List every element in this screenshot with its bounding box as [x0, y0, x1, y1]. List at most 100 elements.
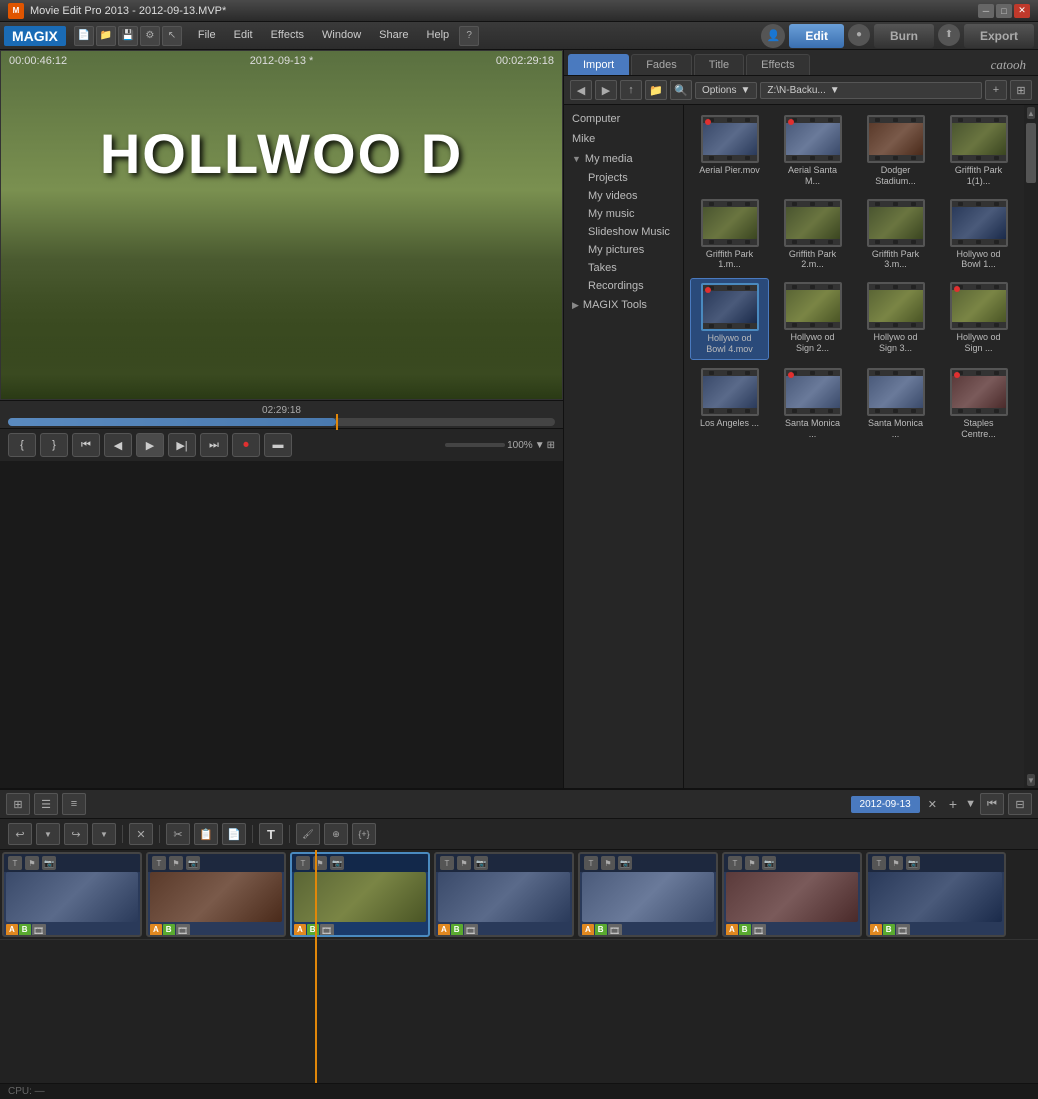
tab-add-btn[interactable]: + — [945, 796, 961, 812]
record-btn[interactable]: ⏺ — [232, 433, 260, 457]
file-bowl-4[interactable]: Hollywo od Bowl 4.mov — [690, 278, 769, 360]
file-sign-3[interactable]: Hollywo od Sign 3... — [856, 278, 935, 360]
settings-icon[interactable]: ⚙ — [140, 26, 160, 46]
tab-title[interactable]: Title — [694, 54, 744, 75]
tree-takes[interactable]: Takes — [580, 259, 683, 277]
skip-start-btn[interactable]: ⏮ — [980, 793, 1004, 815]
zoom-slider[interactable] — [445, 443, 505, 447]
file-sign[interactable]: Hollywo od Sign ... — [939, 278, 1018, 360]
minimize-button[interactable]: ─ — [978, 4, 994, 18]
menu-share[interactable]: Share — [371, 26, 416, 46]
file-sign-2[interactable]: Hollywo od Sign 2... — [773, 278, 852, 360]
close-button[interactable]: ✕ — [1014, 4, 1030, 18]
tree-mike[interactable]: Mike — [564, 129, 683, 149]
tree-my-media[interactable]: ▼ My media — [564, 149, 683, 169]
maximize-button[interactable]: □ — [996, 4, 1012, 18]
scrubber-area[interactable]: 02:29:18 — [0, 400, 563, 428]
timeline-btn[interactable]: ☰ — [34, 793, 58, 815]
tab-arrow-btn[interactable]: ▼ — [965, 798, 976, 810]
text-tool-btn[interactable]: T — [259, 823, 283, 845]
file-aerial-santa[interactable]: Aerial Santa M... — [773, 111, 852, 191]
prev-frame-btn[interactable]: ◀ — [104, 433, 132, 457]
menu-help[interactable]: Help — [419, 26, 458, 46]
zoom-adjust[interactable]: ⊞ — [547, 440, 555, 451]
tree-projects[interactable]: Projects — [580, 169, 683, 187]
tree-my-music[interactable]: My music — [580, 205, 683, 223]
back-btn[interactable]: ◀ — [570, 80, 592, 100]
grid-btn[interactable]: ⊞ — [1010, 80, 1032, 100]
tree-my-pictures[interactable]: My pictures — [580, 241, 683, 259]
menu-edit[interactable]: Edit — [226, 26, 261, 46]
up-btn[interactable]: ↑ — [620, 80, 642, 100]
menu-effects[interactable]: Effects — [263, 26, 312, 46]
capture-btn[interactable]: ▬ — [264, 433, 292, 457]
file-santa-1[interactable]: Santa Monica ... — [773, 364, 852, 444]
storyboard-btn[interactable]: ⊞ — [6, 793, 30, 815]
tree-computer[interactable]: Computer — [564, 109, 683, 129]
paste-btn[interactable]: 📄 — [222, 823, 246, 845]
tree-recordings[interactable]: Recordings — [580, 277, 683, 295]
file-santa-2[interactable]: Santa Monica ... — [856, 364, 935, 444]
file-aerial-pier[interactable]: Aerial Pier.mov — [690, 111, 769, 191]
play-btn[interactable]: ▶ — [136, 433, 164, 457]
fwd-btn[interactable]: ▶ — [595, 80, 617, 100]
add-btn[interactable]: + — [985, 80, 1007, 100]
help-icon[interactable]: ? — [459, 26, 479, 46]
export-button[interactable]: Export — [964, 24, 1034, 48]
skip-fwd-btn[interactable]: ⏭ — [200, 433, 228, 457]
folder-btn[interactable]: 📁 — [645, 80, 667, 100]
clip-dodger[interactable]: T ⚑ 📷 A B 🎞 Dodger Stad... — [146, 852, 286, 937]
tree-slideshow-music[interactable]: Slideshow Music — [580, 223, 683, 241]
scroll-thumb[interactable] — [1026, 123, 1036, 183]
open-icon[interactable]: 📁 — [96, 26, 116, 46]
timeline-tab-date[interactable]: 2012-09-13 — [851, 796, 920, 813]
file-griffith-1[interactable]: Griffith Park 1(1)... — [939, 111, 1018, 191]
menu-window[interactable]: Window — [314, 26, 369, 46]
scrubber-container[interactable] — [8, 418, 555, 426]
clip-aerial-pier[interactable]: T ⚑ 📷 A B 🎞 Aerial Pier.mov — [2, 852, 142, 937]
next-frame-btn[interactable]: ▶| — [168, 433, 196, 457]
burn-button[interactable]: Burn — [874, 24, 934, 48]
cut-btn[interactable]: ✂ — [166, 823, 190, 845]
tab-effects[interactable]: Effects — [746, 54, 809, 75]
marker-btn[interactable]: {+} — [352, 823, 376, 845]
tab-fades[interactable]: Fades — [631, 54, 692, 75]
tree-my-videos[interactable]: My videos — [580, 187, 683, 205]
undo-arrow[interactable]: ▼ — [36, 823, 60, 845]
scrubber-bar[interactable] — [8, 418, 555, 426]
cursor-icon[interactable]: ↖ — [162, 26, 182, 46]
redo-btn[interactable]: ↪ — [64, 823, 88, 845]
zoom-icon[interactable]: ▼ — [535, 440, 545, 451]
effects-tool-btn[interactable]: 🖌 — [296, 823, 320, 845]
clip-staples[interactable]: T ⚑ 📷 A B 🎞 Staples Centr... — [722, 852, 862, 937]
search-btn[interactable]: 🔍 — [670, 80, 692, 100]
trim-out-btn[interactable]: } — [40, 433, 68, 457]
copy-btn[interactable]: 📋 — [194, 823, 218, 845]
browser-scrollbar[interactable]: ▲ ▼ — [1024, 105, 1038, 788]
file-staples[interactable]: Staples Centre... — [939, 364, 1018, 444]
undo-btn[interactable]: ↩ — [8, 823, 32, 845]
options-dropdown[interactable]: Options ▼ — [695, 82, 757, 99]
skip-back-btn[interactable]: ⏮ — [72, 433, 100, 457]
snap-btn[interactable]: ⊕ — [324, 823, 348, 845]
edit-button[interactable]: Edit — [789, 24, 844, 48]
file-griffith-3[interactable]: Griffith Park 3.m... — [856, 195, 935, 275]
file-griffith-2[interactable]: Griffith Park 2.m... — [773, 195, 852, 275]
file-griffith-1m[interactable]: Griffith Park 1.m... — [690, 195, 769, 275]
redo-arrow[interactable]: ▼ — [92, 823, 116, 845]
file-dodger[interactable]: Dodger Stadium... — [856, 111, 935, 191]
file-bowl-1[interactable]: Hollywo od Bowl 1... — [939, 195, 1018, 275]
tab-import[interactable]: Import — [568, 54, 629, 75]
trim-in-btn[interactable]: { — [8, 433, 36, 457]
save-icon[interactable]: 💾 — [118, 26, 138, 46]
path-dropdown[interactable]: Z:\N-Backu... ▼ — [760, 82, 982, 99]
delete-btn[interactable]: ✕ — [129, 823, 153, 845]
tree-magix-tools[interactable]: ▶ MAGIX Tools — [564, 295, 683, 315]
clip-sign[interactable]: T ⚑ 📷 A B 🎞 Hollywood Si... — [290, 852, 430, 937]
new-icon[interactable]: 📄 — [74, 26, 94, 46]
menu-file[interactable]: File — [190, 26, 224, 46]
multiview-btn[interactable]: ⊟ — [1008, 793, 1032, 815]
clip-bowl[interactable]: T ⚑ 📷 A B 🎞 Hollywood B... — [866, 852, 1006, 937]
list-btn[interactable]: ≡ — [62, 793, 86, 815]
clip-santa[interactable]: T ⚑ 📷 A B 🎞 Santa Monica... — [578, 852, 718, 937]
